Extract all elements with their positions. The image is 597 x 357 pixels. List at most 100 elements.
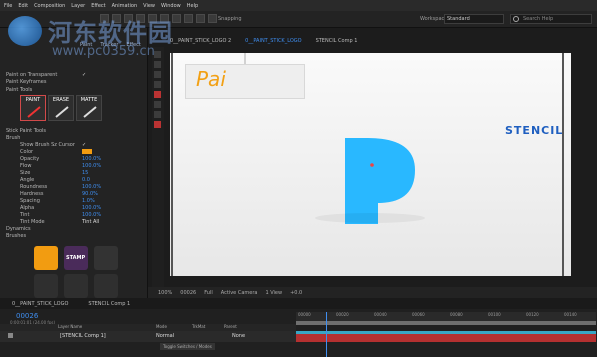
prop-label: Angle bbox=[20, 177, 35, 183]
resolution-select[interactable]: Full bbox=[204, 290, 213, 296]
views-select[interactable]: 1 View bbox=[265, 290, 282, 296]
prop-value[interactable]: ✓ bbox=[82, 142, 86, 148]
tint-mode-select[interactable]: Tint All bbox=[82, 219, 99, 225]
menu-edit[interactable]: Edit bbox=[18, 3, 28, 9]
time-ruler[interactable]: 00000 00020 00040 00060 00080 00100 0012… bbox=[296, 312, 596, 321]
paint-on-transparent-label: Paint on Transparent bbox=[6, 72, 58, 78]
prop-value[interactable]: 100.0% bbox=[82, 212, 101, 218]
snapping-label[interactable]: Snapping bbox=[218, 16, 242, 22]
comp-tab-logo[interactable]: 0__PAINT_STICK_LOGO bbox=[245, 38, 301, 44]
playhead[interactable] bbox=[326, 312, 327, 357]
paint-keyframes-label[interactable]: Paint Keyframes bbox=[6, 79, 46, 85]
menu-help[interactable]: Help bbox=[187, 3, 198, 9]
stencil-text: STENCIL bbox=[505, 124, 564, 137]
text-tool-icon[interactable] bbox=[196, 14, 205, 23]
prop-label: Spacing bbox=[20, 198, 40, 204]
layer-parent[interactable]: None bbox=[232, 333, 245, 339]
vertical-toolbar bbox=[152, 47, 164, 287]
menu-composition[interactable]: Composition bbox=[34, 3, 65, 9]
workspace-select[interactable]: Standard bbox=[444, 14, 504, 24]
prop-value[interactable]: 100.0% bbox=[82, 205, 101, 211]
comp-tab-stencil[interactable]: STENCIL Comp 1 bbox=[316, 38, 358, 44]
tick-label: 00120 bbox=[526, 312, 539, 317]
tick-label: 00020 bbox=[336, 312, 349, 317]
vtool-icon[interactable] bbox=[154, 81, 161, 88]
menu-bar: File Edit Composition Layer Effect Anima… bbox=[0, 0, 597, 11]
viewer-bar: 100% 00026 Full Active Camera 1 View +0.… bbox=[148, 287, 597, 298]
brushes-section[interactable]: Brushes bbox=[6, 233, 26, 239]
prop-value[interactable]: 0.0 bbox=[82, 177, 90, 183]
vtool-icon[interactable] bbox=[154, 51, 161, 58]
timecode[interactable]: 00026 bbox=[16, 312, 38, 320]
prop-value[interactable]: 1.0% bbox=[82, 198, 95, 204]
eye-icon[interactable] bbox=[8, 333, 13, 338]
vtool-icon[interactable] bbox=[154, 101, 161, 108]
brush-tool-icon[interactable] bbox=[208, 14, 217, 23]
prop-value[interactable]: 90.0% bbox=[82, 191, 98, 197]
watermark-url: www.pc0359.cn bbox=[52, 44, 155, 59]
exposure-value[interactable]: +0.0 bbox=[290, 290, 302, 296]
timeline-tabs: 0__PAINT_STICK_LOGO STENCIL Comp 1 bbox=[0, 298, 597, 309]
tick-label: 00040 bbox=[374, 312, 387, 317]
timeline-tab-stencil[interactable]: STENCIL Comp 1 bbox=[88, 301, 130, 307]
layer-name[interactable]: [STENCIL Comp 1] bbox=[60, 333, 106, 339]
brush-swatch[interactable] bbox=[34, 274, 58, 298]
prop-label: Flow bbox=[20, 163, 32, 169]
color-swatch[interactable] bbox=[82, 149, 92, 154]
matte-tool-button[interactable]: MATTE bbox=[76, 95, 102, 121]
brush-swatch[interactable] bbox=[94, 274, 118, 298]
pan-tool-icon[interactable] bbox=[172, 14, 181, 23]
erase-tool-button[interactable]: ERASE bbox=[48, 95, 74, 121]
dynamics-section[interactable]: Dynamics bbox=[6, 226, 31, 232]
zoom-select[interactable]: 100% bbox=[158, 290, 172, 296]
prop-value[interactable]: 15 bbox=[82, 170, 88, 176]
tick-label: 00000 bbox=[298, 312, 311, 317]
brush-swatch[interactable]: STAMP bbox=[64, 246, 88, 270]
layer-top-strip bbox=[296, 331, 596, 334]
brush-grid: STAMP bbox=[30, 244, 120, 298]
layer-column-headers: Layer Name Mode TrkMat Parent bbox=[0, 324, 296, 331]
prop-value[interactable]: 100.0% bbox=[82, 163, 101, 169]
menu-view[interactable]: View bbox=[143, 3, 155, 9]
vtool-icon[interactable] bbox=[154, 121, 161, 128]
prop-label: Size bbox=[20, 170, 31, 176]
watermark-title: 河东软件园 bbox=[48, 19, 173, 47]
vtool-icon[interactable] bbox=[154, 91, 161, 98]
menu-animation[interactable]: Animation bbox=[112, 3, 138, 9]
menu-effect[interactable]: Effect bbox=[91, 3, 105, 9]
tick-label: 00080 bbox=[450, 312, 463, 317]
menu-layer[interactable]: Layer bbox=[71, 3, 85, 9]
brush-section[interactable]: Brush bbox=[6, 135, 20, 141]
current-time[interactable]: 00026 bbox=[180, 290, 196, 296]
search-help-input[interactable]: Search Help bbox=[510, 14, 592, 24]
timeline-tab-logo[interactable]: 0__PAINT_STICK_LOGO bbox=[12, 301, 68, 307]
vtool-icon[interactable] bbox=[154, 71, 161, 78]
vtool-icon[interactable] bbox=[154, 111, 161, 118]
prop-value[interactable]: 100.0% bbox=[82, 184, 101, 190]
toggle-switches-modes[interactable]: Toggle Switches / Modes bbox=[160, 343, 215, 350]
pen-tool-icon[interactable] bbox=[184, 14, 193, 23]
paint-on-transparent-checkbox[interactable]: ✓ bbox=[82, 72, 86, 78]
prop-label: Alpha bbox=[20, 205, 35, 211]
paint-tool-button[interactable]: PAINT bbox=[20, 95, 46, 121]
paint-tools-label[interactable]: Paint Tools bbox=[6, 87, 32, 93]
comp-tab-logo-2[interactable]: 0__PAINT_STICK_LOGO 2 bbox=[170, 38, 231, 44]
anchor-point-icon[interactable] bbox=[370, 163, 374, 167]
layer-mode[interactable]: Normal bbox=[156, 333, 174, 339]
brush-swatch[interactable] bbox=[34, 246, 58, 270]
prop-label: Show Brush Sz Cursor bbox=[20, 142, 75, 148]
camera-select[interactable]: Active Camera bbox=[221, 290, 258, 296]
brush-swatch[interactable] bbox=[64, 274, 88, 298]
vtool-icon[interactable] bbox=[154, 61, 161, 68]
eraser-icon bbox=[55, 106, 69, 118]
stick-paint-tools-section[interactable]: Stick Paint Tools bbox=[6, 128, 46, 134]
menu-window[interactable]: Window bbox=[161, 3, 181, 9]
brush-swatch[interactable] bbox=[94, 246, 118, 270]
menu-file[interactable]: File bbox=[4, 3, 12, 9]
pai-text: Pai bbox=[196, 67, 226, 91]
layer-row[interactable]: [STENCIL Comp 1] Normal None bbox=[0, 331, 296, 342]
work-area-bar[interactable] bbox=[296, 321, 596, 325]
prop-value[interactable]: 100.0% bbox=[82, 156, 101, 162]
tick-label: 00100 bbox=[488, 312, 501, 317]
col-mode: Mode bbox=[156, 324, 167, 329]
